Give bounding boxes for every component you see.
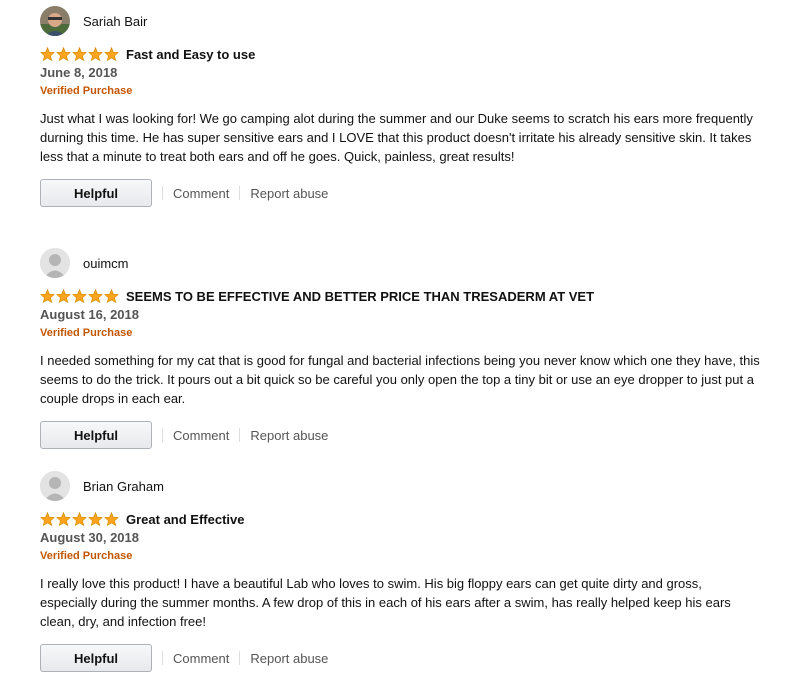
verified-purchase-badge[interactable]: Verified Purchase bbox=[40, 549, 760, 563]
review-date: August 30, 2018 bbox=[40, 530, 139, 545]
report-abuse-link[interactable]: Report abuse bbox=[250, 651, 328, 666]
helpful-button[interactable]: Helpful bbox=[40, 421, 152, 449]
verified-purchase-badge[interactable]: Verified Purchase bbox=[40, 84, 760, 98]
star-icon bbox=[88, 512, 103, 526]
star-icon bbox=[104, 289, 119, 303]
comment-link[interactable]: Comment bbox=[173, 186, 229, 201]
helpful-button[interactable]: Helpful bbox=[40, 644, 152, 672]
avatar bbox=[40, 6, 70, 36]
divider bbox=[239, 428, 241, 442]
star-icon bbox=[88, 289, 103, 303]
star-icon bbox=[72, 289, 87, 303]
default-user-icon bbox=[40, 471, 70, 501]
helpful-button[interactable]: Helpful bbox=[40, 179, 152, 207]
star-icon bbox=[40, 512, 55, 526]
divider bbox=[162, 186, 163, 200]
star-rating[interactable] bbox=[40, 289, 120, 303]
star-icon bbox=[104, 47, 119, 61]
star-icon bbox=[56, 289, 71, 303]
reviewer-profile[interactable]: Sariah Bair bbox=[40, 5, 760, 37]
star-icon bbox=[40, 47, 55, 61]
review-body: I really love this product! I have a bea… bbox=[40, 576, 731, 629]
report-abuse-link[interactable]: Report abuse bbox=[250, 186, 328, 201]
star-icon bbox=[104, 512, 119, 526]
divider bbox=[239, 186, 241, 200]
star-icon bbox=[72, 512, 87, 526]
star-rating[interactable] bbox=[40, 47, 120, 61]
star-icon bbox=[40, 289, 55, 303]
review-title[interactable]: Great and Effective bbox=[126, 512, 245, 527]
review-date: June 8, 2018 bbox=[40, 65, 118, 80]
divider bbox=[162, 651, 163, 665]
review-title[interactable]: SEEMS TO BE EFFECTIVE AND BETTER PRICE T… bbox=[126, 289, 594, 304]
review-date: August 16, 2018 bbox=[40, 307, 139, 322]
divider bbox=[239, 651, 241, 665]
verified-purchase-badge[interactable]: Verified Purchase bbox=[40, 326, 760, 340]
reviewer-profile[interactable]: ouimcm bbox=[40, 247, 760, 279]
star-icon bbox=[72, 47, 87, 61]
star-icon bbox=[56, 512, 71, 526]
report-abuse-link[interactable]: Report abuse bbox=[250, 428, 328, 443]
reviewer-name[interactable]: Brian Graham bbox=[83, 479, 164, 494]
review-body: Just what I was looking for! We go campi… bbox=[40, 111, 753, 164]
reviewer-name[interactable]: Sariah Bair bbox=[83, 14, 147, 29]
star-icon bbox=[88, 47, 103, 61]
review: Brian Graham Great and Effective August … bbox=[40, 470, 760, 672]
reviewer-name[interactable]: ouimcm bbox=[83, 256, 129, 271]
review: Sariah Bair Fast and Easy to use June 8,… bbox=[40, 5, 760, 207]
comment-link[interactable]: Comment bbox=[173, 651, 229, 666]
default-user-icon bbox=[40, 248, 70, 278]
comment-link[interactable]: Comment bbox=[173, 428, 229, 443]
review-body: I needed something for my cat that is go… bbox=[40, 353, 760, 406]
reviewer-profile[interactable]: Brian Graham bbox=[40, 470, 760, 502]
star-icon bbox=[56, 47, 71, 61]
review-title[interactable]: Fast and Easy to use bbox=[126, 47, 255, 62]
review: ouimcm SEEMS TO BE EFFECTIVE AND BETTER … bbox=[40, 247, 760, 449]
divider bbox=[162, 428, 163, 442]
star-rating[interactable] bbox=[40, 512, 120, 526]
